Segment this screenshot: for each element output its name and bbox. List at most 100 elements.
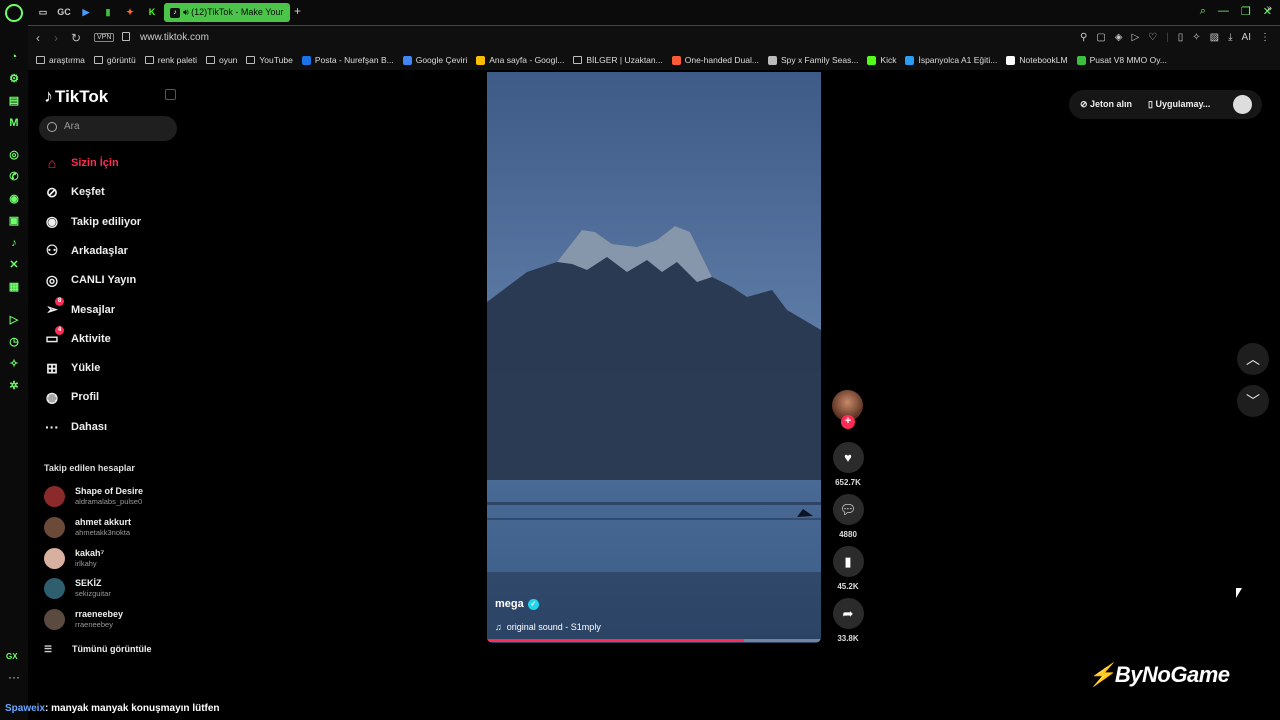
tiktok-icon[interactable]: ♪ [7,236,21,250]
gx-cleaner-icon[interactable]: M [7,116,21,130]
bookmark-item[interactable]: Google Çeviri [402,55,467,65]
pinned-tab-play[interactable]: ▶ [79,6,93,19]
bookmark-item[interactable]: Spy x Family Seas... [767,55,858,65]
gx-control-icon[interactable]: ⚙ [7,72,21,86]
snapshot-icon[interactable]: ▢ [1096,32,1105,43]
sidebar-item-home[interactable]: ⌂ Sizin İçin [42,152,119,174]
sidebar-item-activity[interactable]: ▭ 4 Aktivite [42,325,111,350]
bookmark-item[interactable]: Posta - Nurefşan B... [301,55,394,65]
player-icon[interactable]: ▷ [7,313,21,327]
video-player[interactable]: mega ✓ ♫ original sound - S1mply [487,72,821,643]
bookmark-item[interactable]: araştırma [36,55,85,65]
pin-icon[interactable]: ⚲ [1080,32,1087,43]
back-icon[interactable]: ‹ [36,31,40,45]
share-button[interactable]: ➦ [832,598,864,629]
sidebar-item-more[interactable]: ··· Dahası [42,416,107,438]
video-sound[interactable]: ♫ original sound - S1mply [495,622,601,632]
sidebar-item-compass[interactable]: ⊘ Keşfet [42,181,105,203]
video-author[interactable]: mega ✓ [495,598,539,610]
shield-icon[interactable]: ◈ [1115,32,1123,43]
whatsapp-icon[interactable]: ✆ [7,170,21,184]
bookmark-item[interactable]: One-handed Dual... [671,55,759,65]
ai-icon[interactable]: AI [1242,32,1251,43]
forward-icon[interactable]: › [54,31,58,45]
discord-icon[interactable]: ◉ [7,192,21,206]
followed-account[interactable]: kakah⁷ irlkahy [44,546,184,570]
instagram-icon[interactable]: ▣ [7,214,21,228]
sound-label: original sound - S1mply [506,622,601,632]
follow-creator-button[interactable]: + [841,415,855,429]
pinned-tab-app[interactable]: ✦ [123,6,137,19]
pinned-tab-kick[interactable]: K [145,6,159,19]
comment-button[interactable]: 💬︎ [832,494,864,525]
bookmark-item[interactable]: YouTube [246,55,293,65]
search-box[interactable] [39,116,177,141]
sidebar-item-profile-avatar[interactable]: ◍ Profil [42,386,99,408]
followed-account[interactable]: rraeneebey rraeneebey [44,607,184,631]
search-input[interactable] [64,121,164,132]
reload-icon[interactable]: ↻ [71,31,81,45]
rail-more-icon[interactable]: ··· [8,670,20,684]
sidebar-item-live[interactable]: ◎ CANLI Yayın [42,269,136,291]
sidebar-item-following-avatar[interactable]: ◉ Takip ediliyor [42,211,141,233]
followed-account[interactable]: ahmet akkurt ahmetakk3nokta [44,515,184,539]
sidebar-item-messages[interactable]: ➢ 8 Mesajlar [42,296,115,321]
bookmark-item[interactable]: NotebookLM [1006,55,1068,65]
followed-account[interactable]: Shape of Desire aldramalabs_pulse0 [44,484,184,508]
opera-gx-logo[interactable] [5,4,23,22]
previous-video-button[interactable]: ︿ [1237,343,1269,375]
sidebar-item-friends[interactable]: ⚇ Arkadaşlar [42,240,128,262]
bookmark-item[interactable]: İspanyolca A1 Eğiti... [905,55,997,65]
history-icon[interactable]: ◷ [7,335,21,349]
tiktok-logo[interactable]: ♪ TikTok [44,86,108,107]
get-coins-button[interactable]: ⊘ Jeton alın [1080,99,1132,110]
profile-avatar[interactable] [1233,95,1252,114]
translate-icon[interactable]: ▦ [7,280,21,294]
bookmark-item[interactable]: görüntü [93,55,136,65]
bookmark-item[interactable]: Pusat V8 MMO Oy... [1076,55,1167,65]
followed-account[interactable]: SEKİZ sekizguitar [44,576,184,600]
bookmark-item[interactable]: Kick [867,55,896,65]
search-tabs-icon[interactable]: ⌕ [1200,5,1206,18]
bookmark-item[interactable]: BİLGER | Uzaktan... [573,55,663,65]
minimize-icon[interactable]: — [1218,5,1229,18]
pinned-tab-gc[interactable]: GC [57,6,71,19]
menu-icon[interactable]: ⋮ [1260,32,1270,43]
x-icon[interactable]: ✕ [7,258,21,272]
play-icon[interactable]: ▷ [1131,32,1139,43]
pinned-tab-mail[interactable]: ▭ [36,6,50,19]
bookmark-item[interactable]: renk paleti [144,55,197,65]
comment-count: 4880 [839,530,857,539]
shore-line [487,518,821,520]
save-button[interactable]: ▮ [832,546,864,577]
like-button[interactable]: ♥ [832,442,864,473]
settings-icon[interactable]: ✲ [7,379,21,393]
chatgpt-icon[interactable]: ◎ [7,148,21,162]
extension-icon[interactable]: ✧ [1192,32,1200,43]
bookmark-label: Kick [880,55,897,65]
video-progress-bar[interactable] [487,639,821,642]
collapse-sidebar-icon[interactable] [165,89,176,100]
url-field[interactable]: www.tiktok.com [140,32,209,43]
download-icon[interactable]: ⤓ [1228,32,1232,43]
tab-tiktok[interactable]: ♪ 🔊︎ (12)TikTok - Make Your [164,3,290,22]
new-tab-button[interactable]: + [294,4,301,18]
restore-icon[interactable]: ❐ [1241,5,1251,18]
bookmark-item[interactable]: Ana sayfa - Googl... [476,55,564,65]
bookmarks-overflow-icon[interactable]: » [1266,3,1272,14]
next-video-button[interactable]: ﹀ [1237,385,1269,417]
bookmark-label: Posta - Nurefşan B... [314,55,394,65]
heart-icon[interactable]: ♡ [1148,32,1157,43]
document-icon[interactable]: ▯ [1178,32,1184,43]
gx-corner-icon[interactable]: ▤ [7,94,21,108]
speed-dial-icon[interactable]: ◔ [7,50,21,64]
bookmark-item[interactable]: oyun [205,55,237,65]
lock-icon[interactable] [122,32,130,41]
vpn-badge[interactable]: VPN [94,33,115,42]
get-app-button[interactable]: ▯ Uygulamay... [1148,99,1210,110]
extensions-icon[interactable]: ✧ [7,357,21,371]
music-app-icon[interactable]: ▨ [1210,32,1219,43]
see-all-button[interactable]: ☰ Tümünü görüntüle [44,644,151,655]
pinned-tab-stats[interactable]: ▮ [101,6,115,19]
sidebar-item-upload[interactable]: ⊞ Yükle [42,357,100,379]
